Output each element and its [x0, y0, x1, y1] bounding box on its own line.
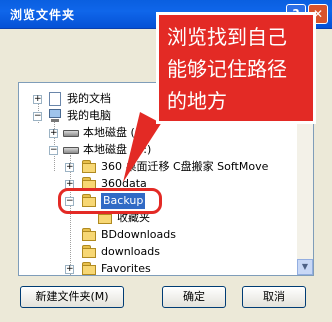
- ok-button[interactable]: 确定: [162, 286, 226, 308]
- window-title: 浏览文件夹: [10, 8, 76, 22]
- folder-icon: [81, 228, 97, 242]
- tree-item-label: 我的电脑: [67, 109, 111, 122]
- scroll-down-icon[interactable]: ▼: [297, 259, 313, 275]
- selection-highlight-ring: [58, 188, 162, 214]
- documents-icon: [47, 92, 63, 106]
- tree-item-label: downloads: [101, 245, 160, 258]
- folder-icon: [81, 160, 97, 174]
- drive-icon: [63, 126, 79, 140]
- new-folder-button[interactable]: 新建文件夹(M): [20, 286, 124, 308]
- expand-toggle[interactable]: +: [65, 265, 74, 274]
- folder-icon: [81, 245, 97, 259]
- collapse-toggle[interactable]: −: [49, 146, 58, 155]
- expand-toggle[interactable]: +: [33, 95, 42, 104]
- tree-item-label: Favorites: [101, 262, 151, 275]
- computer-icon: [47, 109, 63, 123]
- tree-item-label: BDdownloads: [101, 228, 176, 241]
- tree-item-drive-d[interactable]: − 本地磁盘 (D:): [19, 142, 289, 158]
- drive-icon: [63, 143, 79, 157]
- expand-toggle[interactable]: +: [49, 129, 58, 138]
- tree-item-folder[interactable]: downloads: [19, 244, 289, 260]
- tree-item-folder[interactable]: BDdownloads: [19, 227, 289, 243]
- cancel-button[interactable]: 取消: [242, 286, 306, 308]
- expand-toggle[interactable]: +: [65, 163, 74, 172]
- collapse-toggle[interactable]: −: [33, 112, 42, 121]
- tree-item-folder[interactable]: + Favorites: [19, 261, 289, 275]
- tree-item-label: 我的文档: [67, 92, 111, 105]
- tree-item-folder[interactable]: + 360 桌面迁移 C盘搬家 SoftMove: [19, 159, 297, 175]
- folder-icon: [81, 262, 97, 275]
- browse-folder-dialog: 浏览文件夹 ? ✕ + 我的文档 − 我的电脑 + 本地磁盘 (C:) −: [0, 0, 332, 322]
- annotation-callout: 浏览找到自己能够记住路径的地方: [156, 12, 316, 124]
